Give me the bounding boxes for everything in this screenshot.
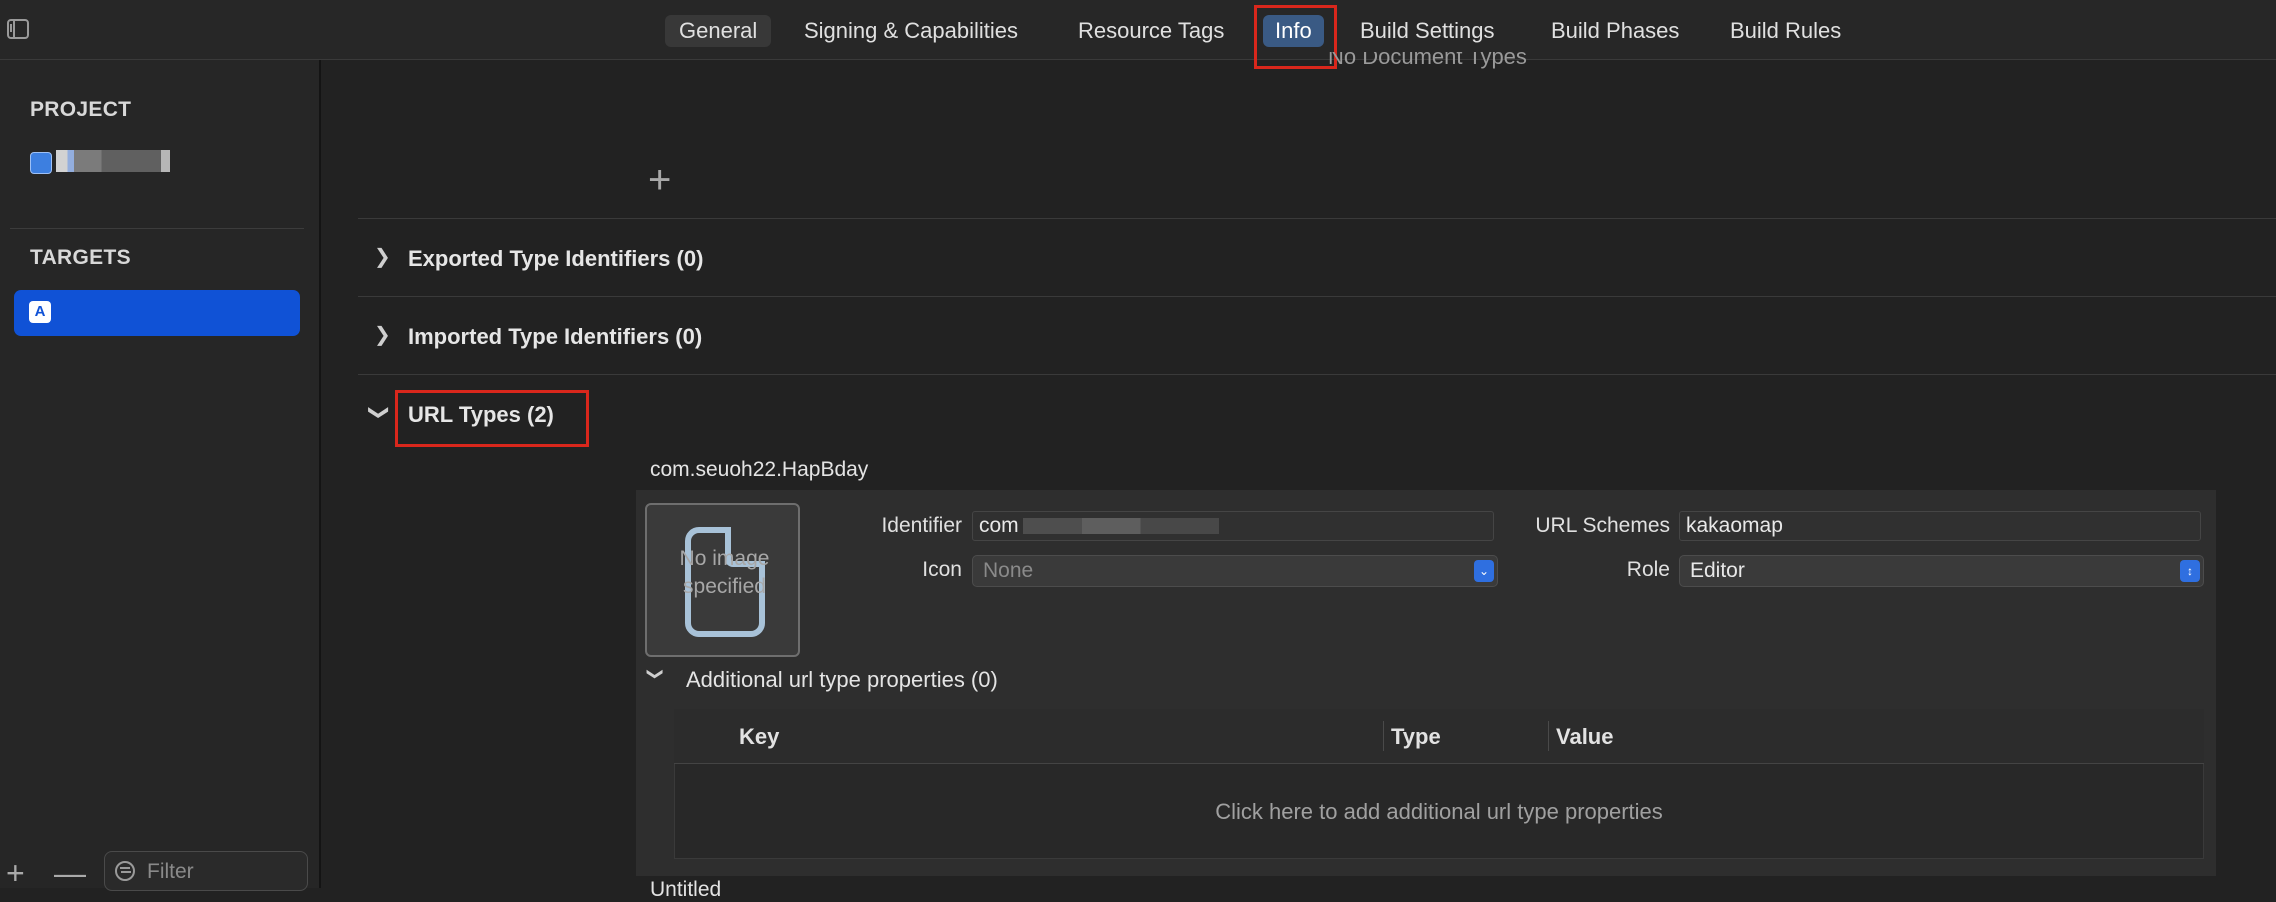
identifier-label: Identifier xyxy=(881,514,962,537)
imported-type-identifiers-header[interactable]: Imported Type Identifiers (0) xyxy=(408,324,702,350)
url-type-name: com.seuoh22.HapBday xyxy=(650,458,869,481)
value-column-header[interactable]: Value xyxy=(1556,724,1613,750)
divider xyxy=(358,218,2276,219)
type-column-header[interactable]: Type xyxy=(1391,724,1441,750)
filter-field[interactable]: Filter xyxy=(104,851,308,891)
icon-label: Icon xyxy=(922,558,962,581)
sidebar-divider xyxy=(10,228,304,229)
chevron-up-down-icon: ↕ xyxy=(2180,560,2200,582)
url-schemes-field[interactable]: kakaomap xyxy=(1679,511,2201,541)
tab-general[interactable]: General xyxy=(665,15,772,47)
role-value: Editor xyxy=(1690,559,1745,582)
chevron-right-icon[interactable]: ❯ xyxy=(374,244,391,269)
key-column-header[interactable]: Key xyxy=(739,724,779,750)
add-target-button[interactable]: + xyxy=(6,857,25,889)
project-navigator-sidebar xyxy=(0,60,321,888)
icon-value: None xyxy=(983,559,1034,582)
icon-popup[interactable]: None ⌄ xyxy=(972,555,1498,587)
sidebar-item-target[interactable]: A xyxy=(14,290,300,336)
additional-properties-header[interactable]: Additional url type properties (0) xyxy=(686,667,998,693)
url-schemes-label: URL Schemes xyxy=(1535,514,1670,537)
identifier-field[interactable]: com xyxy=(972,511,1494,541)
remove-target-button[interactable]: — xyxy=(54,857,86,889)
url-type-image-well[interactable]: No image specified xyxy=(645,503,800,657)
filter-placeholder: Filter xyxy=(147,860,194,883)
app-target-icon: A xyxy=(29,301,51,323)
tab-signing-capabilities[interactable]: Signing & Capabilities xyxy=(790,15,1032,47)
divider xyxy=(358,374,2276,375)
column-divider[interactable] xyxy=(1548,721,1549,751)
project-name-redacted[interactable] xyxy=(56,150,170,172)
info-tab-highlight xyxy=(1254,5,1337,69)
role-label: Role xyxy=(1626,558,1670,581)
no-image-label: No image specified xyxy=(679,547,770,598)
divider xyxy=(358,296,2276,297)
next-url-type-name: Untitled xyxy=(650,878,722,901)
tab-build-phases[interactable]: Build Phases xyxy=(1537,15,1693,47)
project-heading: PROJECT xyxy=(30,98,132,121)
sidebar-toggle-icon[interactable] xyxy=(7,19,29,39)
role-popup[interactable]: Editor ↕ xyxy=(1679,555,2204,587)
tab-build-settings[interactable]: Build Settings xyxy=(1346,15,1509,47)
add-document-type-button[interactable]: + xyxy=(648,158,671,203)
project-icon[interactable] xyxy=(30,152,52,174)
chevron-down-icon[interactable]: ❯ xyxy=(367,404,392,421)
tab-resource-tags[interactable]: Resource Tags xyxy=(1064,15,1238,47)
url-types-highlight xyxy=(395,390,589,447)
chevron-down-icon[interactable]: ❯ xyxy=(646,667,666,680)
targets-heading: TARGETS xyxy=(30,246,131,269)
editor-tab-bar: General Signing & Capabilities Resource … xyxy=(0,0,2276,60)
chevron-down-icon: ⌄ xyxy=(1474,560,1494,582)
filter-icon xyxy=(115,861,135,881)
identifier-redacted xyxy=(1023,518,1219,534)
chevron-right-icon[interactable]: ❯ xyxy=(374,322,391,347)
tab-build-rules[interactable]: Build Rules xyxy=(1716,15,1855,47)
column-divider[interactable] xyxy=(1383,721,1384,751)
add-property-placeholder[interactable]: Click here to add additional url type pr… xyxy=(674,764,2204,859)
exported-type-identifiers-header[interactable]: Exported Type Identifiers (0) xyxy=(408,246,703,272)
identifier-value: com xyxy=(979,514,1019,537)
